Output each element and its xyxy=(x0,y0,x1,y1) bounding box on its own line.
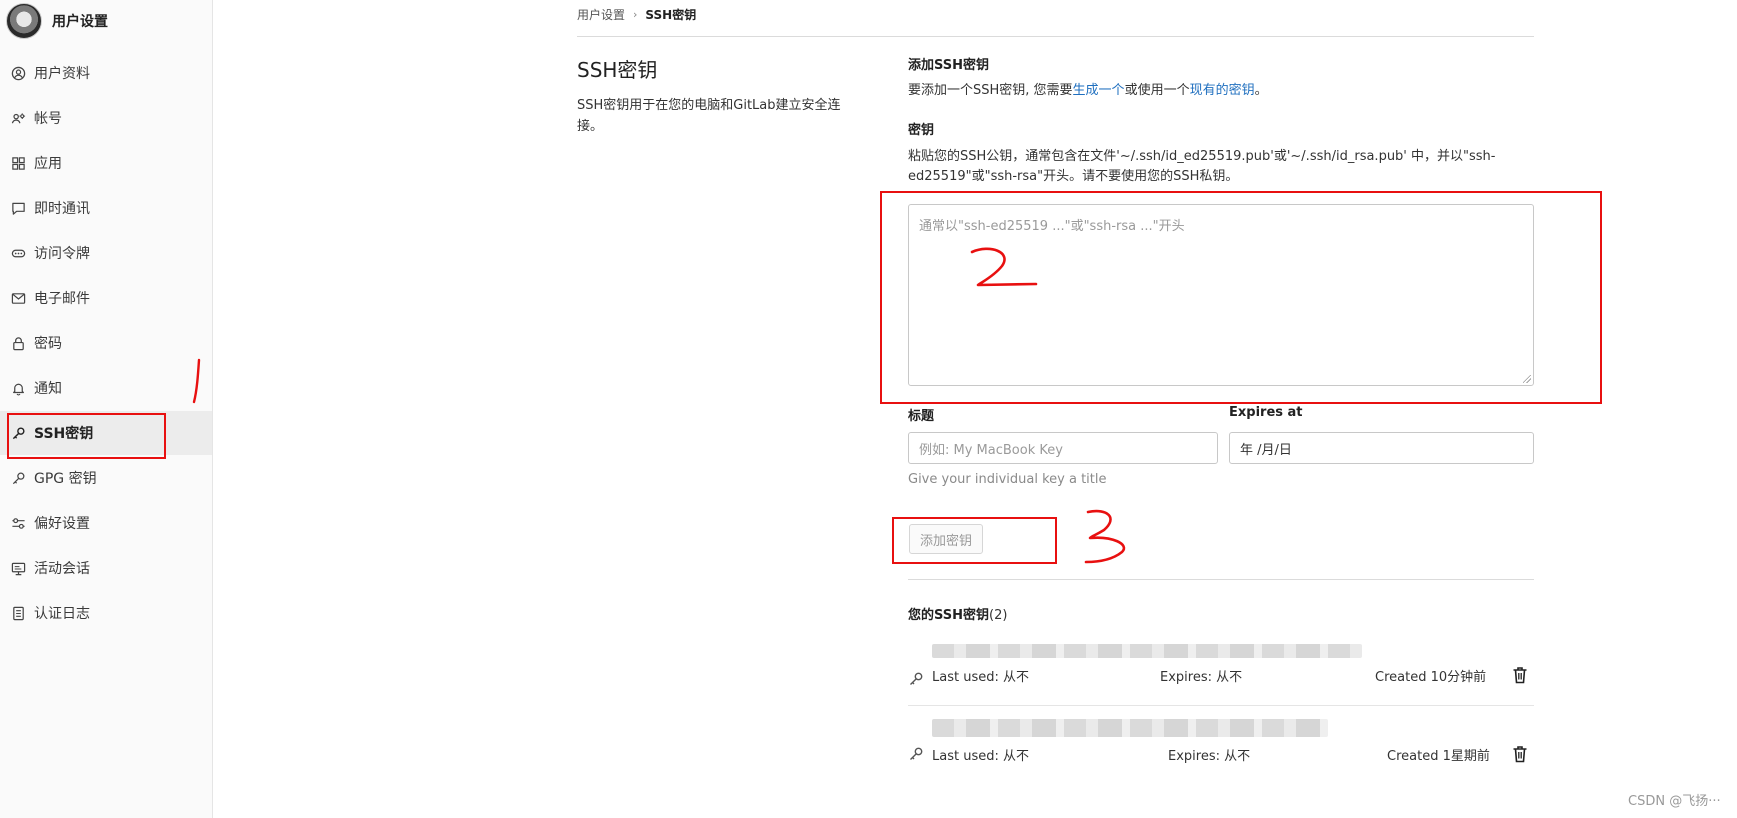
watermark: CSDN @飞扬··· xyxy=(1628,794,1721,809)
annotation-marks xyxy=(192,247,1126,564)
annotation-mark-3 xyxy=(1084,509,1126,564)
annotation-mark-2 xyxy=(970,247,1038,287)
annotation-mark-1 xyxy=(192,358,201,404)
